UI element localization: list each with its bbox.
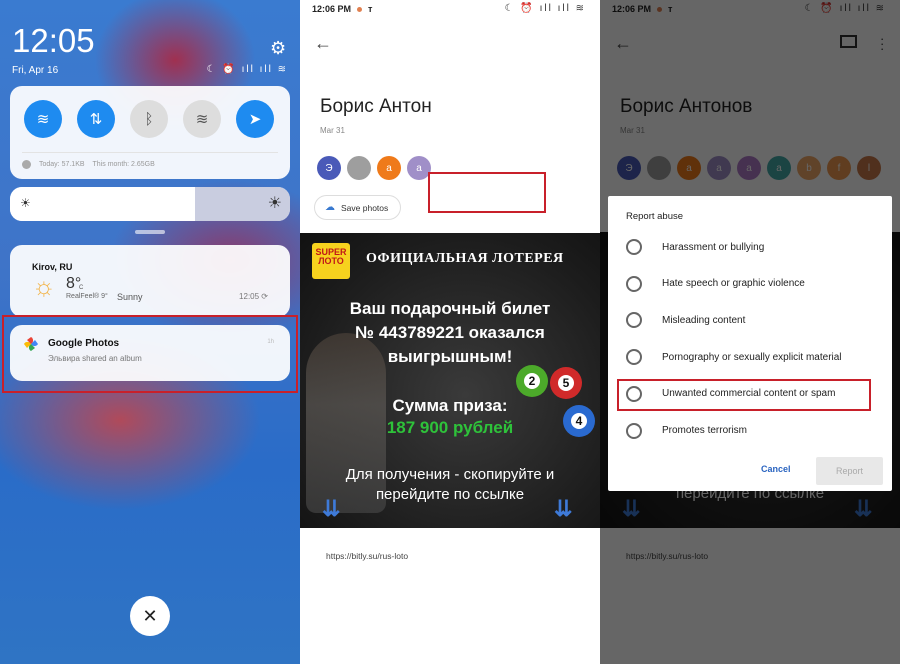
status-icons: ☾ ⏰ ıll ıll ≋: [504, 3, 586, 14]
back-arrow-icon[interactable]: ←: [314, 33, 332, 54]
option-label: Pornography or sexually explicit materia…: [662, 351, 842, 363]
report-option[interactable]: Misleading content: [626, 312, 746, 329]
t-icon: ᴛ: [368, 4, 373, 14]
save-photos-button[interactable]: ☁ Save photos: [314, 195, 402, 220]
brightness-fill: [10, 187, 195, 221]
quick-settings-card: ≋ ⇅ ᛒ ≋ ➤ Today: 57.1KB This month: 2.65GB: [10, 86, 290, 179]
member-avatar[interactable]: Э: [317, 156, 341, 180]
close-icon: ✕: [142, 605, 158, 626]
weather-widget[interactable]: Kirov, RU ☼ 8° C RealFeel® 9° Sunny 12:0…: [10, 245, 290, 317]
save-photos-label: Save photos: [341, 202, 389, 213]
weather-updated-time[interactable]: 12:05 ⟳: [239, 292, 268, 301]
data-usage: Today: 57.1KB This month: 2.65GB: [22, 160, 155, 169]
location-icon: ➤: [248, 111, 262, 128]
cancel-button[interactable]: Cancel: [761, 464, 791, 474]
lotto-ball: 2: [516, 365, 548, 397]
option-label: Hate speech or graphic violence: [662, 278, 805, 290]
banner-line-3: выигрышным!: [387, 347, 513, 366]
super-loto-logo: SUPER ЛОТО: [312, 243, 350, 279]
mobile-data-icon: ⇅: [89, 111, 103, 128]
radio-button[interactable]: [626, 422, 642, 439]
settings-gear-icon[interactable]: ⚙: [270, 38, 286, 59]
brightness-slider[interactable]: ☀ ☀: [10, 187, 290, 221]
weather-realfeel: RealFeel® 9°: [66, 293, 108, 300]
data-usage-icon: [22, 160, 31, 169]
banner-heading: ОФИЦИАЛЬНАЯ ЛОТЕРЕЯ: [366, 251, 564, 266]
dialog-title: Report abuse: [626, 211, 684, 222]
report-abuse-panel: 12:06 PMᴛ ☾ ⏰ ıll ıll ≋ ← ··· Борис Анто…: [600, 0, 900, 664]
notification-shade-panel: 12:05 Fri, Apr 16 ⚙ ☾ ⏰ ıll ıll ≋ ≋ ⇅ ᛒ ≋ ➤ …: [0, 0, 300, 664]
shared-members: Эaa: [317, 156, 431, 180]
wifi-icon: ≋: [36, 111, 50, 128]
status-time: 12:06 PM: [312, 4, 352, 14]
radio-button[interactable]: [626, 312, 642, 329]
brightness-high-icon: ☀: [267, 195, 282, 212]
report-abuse-dialog: Report abuse Harassment or bullying Hate …: [608, 196, 892, 491]
banner-line-1: Ваш подарочный билет: [349, 299, 551, 318]
clock: 12:05: [12, 22, 95, 59]
toggle-mobile-data[interactable]: ⇅: [77, 100, 115, 138]
report-button[interactable]: Report: [816, 457, 883, 485]
prize-amount: 187 900 рублей: [386, 418, 514, 437]
weather-condition: Sunny: [117, 292, 143, 302]
toggle-hotspot[interactable]: ≋: [183, 100, 221, 138]
cta-line-1: Для получения - скопируйте и: [345, 466, 555, 483]
arrow-down-icon: ⇊: [322, 496, 341, 521]
date: Fri, Apr 16: [12, 65, 59, 76]
banner-line-2: № 443789221 оказался: [355, 323, 545, 342]
cloud-upload-icon: ☁: [325, 202, 335, 213]
divider: [22, 152, 278, 153]
report-option[interactable]: Harassment or bullying: [626, 239, 764, 255]
lottery-spam-image[interactable]: SUPER ЛОТО ОФИЦИАЛЬНАЯ ЛОТЕРЕЯ Ваш подаро…: [300, 233, 600, 528]
highlight-box: [428, 172, 546, 213]
prize-label: Сумма приза:: [392, 396, 508, 415]
highlight-box: [617, 379, 871, 411]
option-label: Misleading content: [662, 314, 746, 326]
lotto-ball: 5: [550, 367, 582, 399]
drag-handle[interactable]: [135, 230, 165, 234]
brightness-low-icon: ☀: [20, 196, 31, 210]
album-menu-panel: 12:06 PM ᴛ ☾ ⏰ ıll ıll ≋ ← Борис Антон Ma…: [300, 0, 600, 664]
status-bar: 12:06 PM ᴛ: [312, 4, 372, 14]
radio-button[interactable]: [626, 239, 642, 255]
status-icons: ☾ ⏰ ıll ıll ≋: [206, 64, 288, 75]
radio-button[interactable]: [626, 275, 642, 292]
album-title: Борис Антон: [320, 96, 432, 117]
weather-unit: C: [79, 285, 84, 291]
toggle-location[interactable]: ➤: [236, 100, 274, 138]
report-option[interactable]: Pornography or sexually explicit materia…: [626, 349, 842, 366]
report-option[interactable]: Promotes terrorism: [626, 422, 748, 439]
bluetooth-icon: ᛒ: [144, 110, 154, 128]
arrow-down-icon: ⇊: [554, 496, 573, 521]
radio-button[interactable]: [626, 349, 642, 366]
spam-link[interactable]: https://bitly.su/rus-loto: [326, 551, 408, 561]
toggle-bluetooth[interactable]: ᛒ: [130, 100, 168, 138]
toggle-wifi[interactable]: ≋: [24, 100, 62, 138]
sun-icon: ☼: [32, 271, 56, 301]
clear-notifications-button[interactable]: ✕: [130, 596, 170, 636]
member-avatar[interactable]: a: [377, 156, 401, 180]
usage-month: This month: 2.65GB: [92, 161, 155, 168]
notification-dot-icon: [357, 6, 363, 12]
highlight-box: [2, 315, 298, 393]
usage-today: Today: 57.1KB: [39, 161, 85, 168]
album-date: Mar 31: [320, 126, 345, 135]
report-option[interactable]: Hate speech or graphic violence: [626, 275, 805, 292]
option-label: Promotes terrorism: [662, 425, 748, 436]
hotspot-icon: ≋: [195, 111, 209, 128]
member-avatar[interactable]: [347, 156, 371, 180]
option-label: Harassment or bullying: [662, 241, 765, 253]
